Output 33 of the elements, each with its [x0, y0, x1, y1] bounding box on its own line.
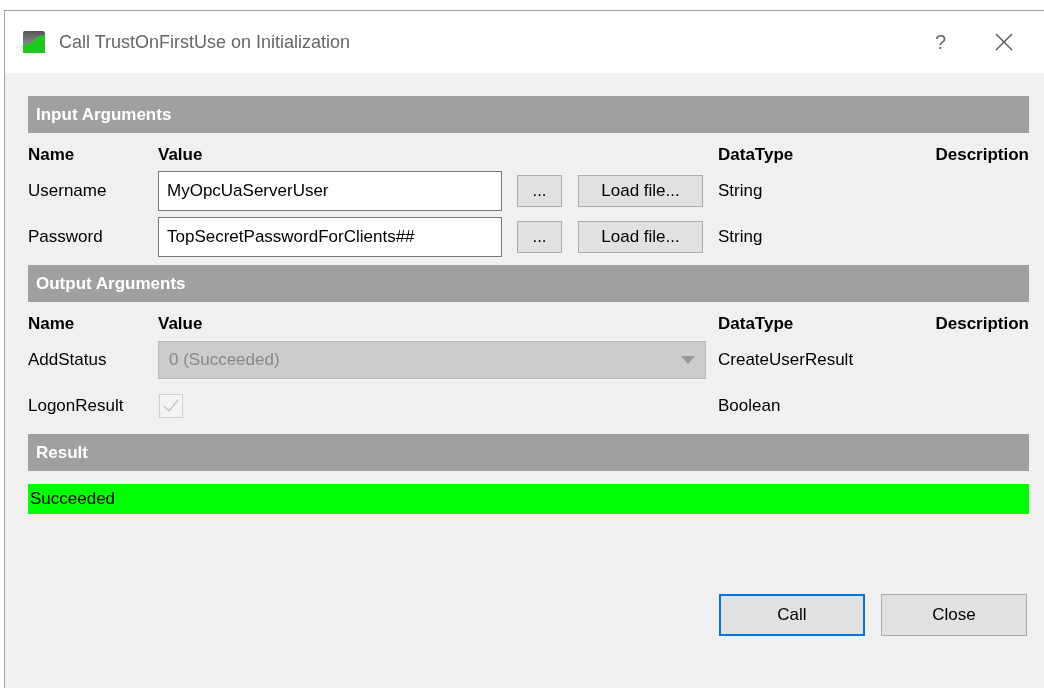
section-header: Input Arguments	[28, 96, 1029, 133]
argument-name: Username	[28, 181, 108, 201]
load-file-button[interactable]: Load file...	[578, 221, 703, 253]
app-icon	[23, 31, 45, 53]
close-icon[interactable]	[994, 32, 1014, 52]
data-type: Boolean	[718, 396, 782, 416]
column-header: Value	[158, 314, 204, 334]
load-file-button[interactable]: Load file...	[578, 175, 703, 207]
column-header: DataType	[718, 145, 795, 165]
column-header: Description	[934, 145, 1029, 165]
column-header: Name	[28, 145, 76, 165]
data-type: String	[718, 181, 764, 201]
help-button[interactable]: ?	[934, 30, 946, 54]
dialog-button[interactable]: Call	[719, 594, 865, 636]
section-header: Result	[28, 434, 1029, 471]
column-header: Description	[934, 314, 1029, 334]
column-header: Name	[28, 314, 76, 334]
browse-button[interactable]: ...	[517, 221, 562, 253]
input-field[interactable]: TopSecretPasswordForClients##	[158, 217, 502, 257]
result-bar: Succeeded	[28, 484, 1029, 514]
input-field[interactable]: MyOpcUaServerUser	[158, 171, 502, 211]
dialog-button[interactable]: Close	[881, 594, 1027, 636]
data-type: CreateUserResult	[718, 350, 855, 370]
argument-name: LogonResult	[28, 396, 125, 416]
argument-name: Password	[28, 227, 104, 247]
window-title: Call TrustOnFirstUse on Initialization	[59, 31, 352, 53]
caret-icon	[681, 356, 695, 364]
argument-name: AddStatus	[28, 350, 108, 370]
browse-button[interactable]: ...	[517, 175, 562, 207]
data-type: String	[718, 227, 764, 247]
column-header: Value	[158, 145, 204, 165]
section-header: Output Arguments	[28, 265, 1029, 302]
column-header: DataType	[718, 314, 795, 334]
